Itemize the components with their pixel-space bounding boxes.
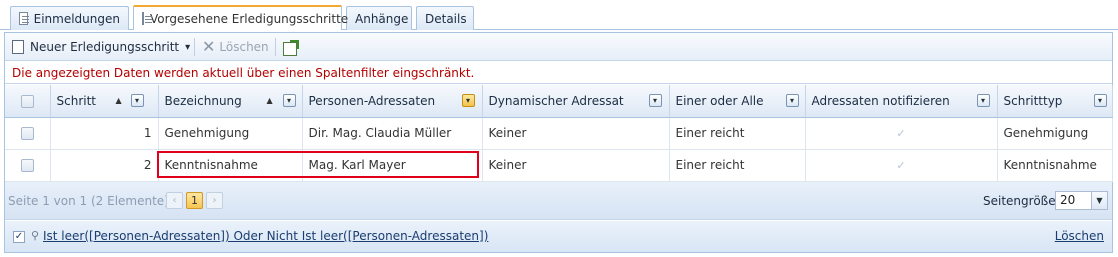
cell-adressaten-notifizieren: ✓ <box>805 117 998 150</box>
filter-icon: ⚲ <box>31 229 40 242</box>
filter-enabled-checkbox[interactable]: ✓ <box>13 231 25 243</box>
cell-bezeichnung: Kenntnisnahme <box>158 149 303 182</box>
column-label: Bezeichnung <box>164 93 242 108</box>
toolbar-separator <box>275 38 276 56</box>
column-header-adressaten-notifizieren[interactable]: Adressaten notifizieren ▾ <box>805 85 998 118</box>
header-row: Schritt ▲ ▾ Bezeichnung ▲ ▾ Personen-Adr… <box>5 85 1113 118</box>
cell-adressaten-notifizieren: ✓ <box>805 149 998 182</box>
filter-expression-link[interactable]: Ist leer([Personen-Adressaten]) Oder Nic… <box>43 229 488 243</box>
clear-filter-link[interactable]: Löschen <box>1055 229 1104 243</box>
cell-schritttyp: Kenntnisnahme <box>997 149 1113 182</box>
row-select-cell[interactable] <box>5 149 51 182</box>
column-header-bezeichnung[interactable]: Bezeichnung ▲ ▾ <box>158 85 303 118</box>
chevron-left-icon: ‹ <box>172 195 177 206</box>
page-size-label: Seitengröße: <box>983 194 1060 208</box>
column-label: Personen-Adressaten <box>308 93 436 108</box>
cell-dynamischer-adressat: Keiner <box>482 117 670 150</box>
check-icon: ✓ <box>896 159 906 172</box>
cell-personen-adressaten: Mag. Karl Mayer <box>302 149 483 182</box>
new-document-icon <box>12 40 24 54</box>
cell-bezeichnung: Genehmigung <box>158 117 303 150</box>
close-icon: ✕ <box>202 37 216 56</box>
row-checkbox[interactable] <box>20 159 34 172</box>
chevron-down-icon: ▾ <box>185 41 191 53</box>
next-page-button[interactable]: › <box>206 192 223 209</box>
new-step-label: Neuer Erledigungsschritt <box>30 40 180 54</box>
column-filter-button[interactable]: ▾ <box>282 94 296 107</box>
table-row[interactable]: 2 Kenntnisnahme Mag. Karl Mayer Keiner E… <box>5 149 1113 182</box>
tab-label: Details <box>425 11 467 26</box>
column-header-personen-adressaten[interactable]: Personen-Adressaten ▾ <box>302 85 483 118</box>
column-filter-button-active[interactable]: ▾ <box>461 94 475 107</box>
column-label: Schritt <box>56 93 97 108</box>
check-icon: ✓ <box>896 127 906 140</box>
delete-label: Löschen <box>219 40 269 54</box>
row-checkbox[interactable] <box>20 127 34 140</box>
column-header-dynamischer-adressat[interactable]: Dynamischer Adressat ▾ <box>482 85 670 118</box>
column-label: Einer oder Alle <box>675 93 764 108</box>
column-header-schritttyp[interactable]: Schritttyp ▾ <box>997 85 1113 118</box>
list-icon <box>142 12 152 25</box>
column-filter-button[interactable]: ▾ <box>976 94 990 107</box>
column-filter-button[interactable]: ▾ <box>130 94 144 107</box>
column-label: Schritttyp <box>1003 93 1063 108</box>
filter-active-message: Die angezeigten Daten werden aktuell übe… <box>5 62 1112 84</box>
column-header-einer-oder-alle[interactable]: Einer oder Alle ▾ <box>669 85 806 118</box>
cell-einer-oder-alle: Einer reicht <box>669 149 806 182</box>
select-all-header[interactable] <box>5 85 51 118</box>
tab-label: Einmeldungen <box>33 11 120 26</box>
column-label: Dynamischer Adressat <box>488 93 624 108</box>
cell-einer-oder-alle: Einer reicht <box>669 117 806 150</box>
tab-vorgesehene-erledigungsschritte[interactable]: Vorgesehene Erledigungsschritte <box>133 5 348 30</box>
filter-bar: ✓ ⚲ Ist leer([Personen-Adressaten]) Oder… <box>5 221 1112 252</box>
pager-summary: Seite 1 von 1 (2 Elemente) <box>8 194 169 208</box>
tab-einmeldungen[interactable]: Einmeldungen <box>10 6 129 30</box>
toolbar: Neuer Erledigungsschritt ▾ ✕ Löschen <box>5 33 1112 61</box>
cell-schritt: 2 <box>50 149 159 182</box>
column-label: Adressaten notifizieren <box>811 93 950 108</box>
chevron-right-icon: › <box>212 195 217 206</box>
sort-ascending-icon: ▲ <box>115 96 122 105</box>
cell-schritttyp: Genehmigung <box>997 117 1113 150</box>
page-size-value: 20 <box>1060 193 1076 207</box>
current-page-button[interactable]: 1 <box>186 192 203 209</box>
toolbar-separator <box>194 38 195 56</box>
column-filter-button[interactable]: ▾ <box>785 94 799 107</box>
tab-label: Anhänge <box>355 11 409 26</box>
column-filter-button[interactable]: ▾ <box>648 94 662 107</box>
column-filter-button[interactable]: ▾ <box>1093 94 1107 107</box>
cell-personen-adressaten: Dir. Mag. Claudia Müller <box>302 117 483 150</box>
sort-ascending-icon: ▲ <box>266 96 273 105</box>
cell-schritt: 1 <box>50 117 159 150</box>
tab-strip: Einmeldungen Vorgesehene Erledigungsschr… <box>0 0 1118 30</box>
tab-details[interactable]: Details <box>416 6 474 30</box>
page-size-select[interactable]: 20 ▼ <box>1055 191 1108 210</box>
cell-dynamischer-adressat: Keiner <box>482 149 670 182</box>
tab-label: Vorgesehene Erledigungsschritte <box>150 11 349 26</box>
pager: Seite 1 von 1 (2 Elemente) ‹ 1 › Seiteng… <box>5 182 1112 220</box>
delete-button[interactable]: ✕ Löschen <box>202 37 269 57</box>
previous-page-button[interactable]: ‹ <box>166 192 183 209</box>
column-header-schritt[interactable]: Schritt ▲ ▾ <box>50 85 159 118</box>
steps-table: Schritt ▲ ▾ Bezeichnung ▲ ▾ Personen-Adr… <box>5 85 1113 182</box>
steps-grid: Neuer Erledigungsschritt ▾ ✕ Löschen Die… <box>4 32 1113 253</box>
new-step-button[interactable]: Neuer Erledigungsschritt ▾ <box>12 37 190 57</box>
select-all-checkbox[interactable] <box>20 94 34 108</box>
table-row[interactable]: 1 Genehmigung Dir. Mag. Claudia Müller K… <box>5 117 1113 150</box>
export-icon <box>283 40 299 56</box>
document-icon <box>19 12 29 25</box>
row-select-cell[interactable] <box>5 117 51 150</box>
tab-anhaenge[interactable]: Anhänge <box>346 6 412 30</box>
export-button[interactable] <box>283 39 299 59</box>
chevron-down-icon[interactable]: ▼ <box>1091 192 1107 209</box>
